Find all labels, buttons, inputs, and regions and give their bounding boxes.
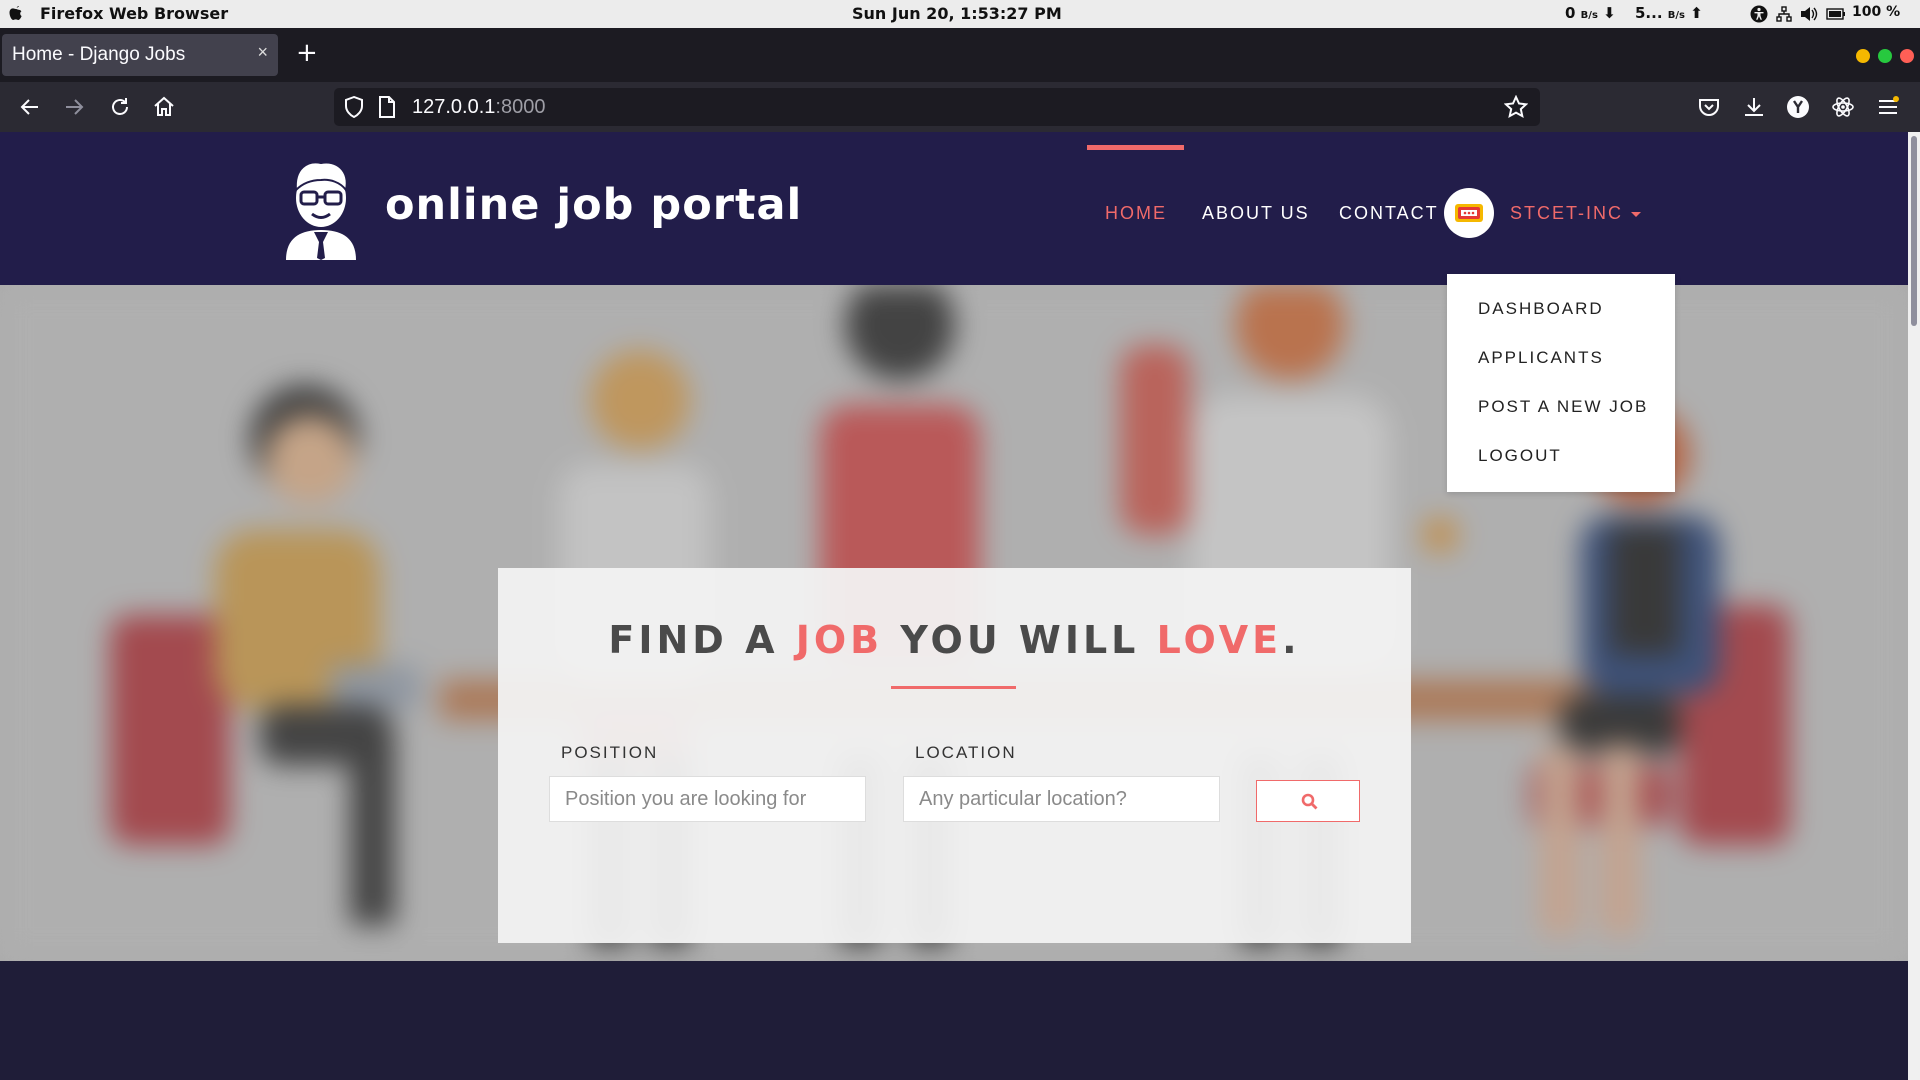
home-icon[interactable]: [152, 95, 176, 119]
user-menu-toggle[interactable]: STCET-INC: [1510, 203, 1642, 224]
dropdown-item-post-new-job[interactable]: POST A NEW JOB: [1478, 397, 1648, 417]
tab-title: Home - Django Jobs: [12, 44, 186, 65]
upload-rate: 5...: [1635, 4, 1663, 22]
clock[interactable]: Sun Jun 20, 1:53:27 PM: [852, 4, 1062, 23]
upload-unit: B/s: [1667, 10, 1686, 21]
scrollbar-thumb[interactable]: [1911, 136, 1917, 326]
maximize-button[interactable]: [1878, 49, 1892, 63]
download-rate: 0: [1565, 4, 1576, 22]
hamburger-menu-icon[interactable]: [1876, 95, 1900, 119]
headline-highlight-love: LOVE: [1156, 618, 1283, 662]
browser-tab-strip: Home - Django Jobs × +: [0, 28, 1920, 82]
nav-contact[interactable]: CONTACT: [1339, 203, 1439, 224]
download-unit: B/s: [1580, 10, 1598, 21]
new-tab-button[interactable]: +: [296, 40, 318, 66]
network-upload-indicator: 5... B/s ⬆: [1635, 4, 1703, 22]
site-header: online job portal HOME ABOUT US CONTACT …: [0, 132, 1908, 285]
headline-highlight-job: JOB: [795, 618, 884, 662]
company-logo-icon: [1455, 204, 1483, 222]
nav-home[interactable]: HOME: [1105, 203, 1167, 224]
site-logo-text[interactable]: online job portal: [385, 180, 802, 230]
location-label: LOCATION: [915, 743, 1017, 762]
location-input[interactable]: [903, 776, 1220, 822]
page-scrollbar[interactable]: [1908, 132, 1920, 1080]
url-host: 127.0.0.1: [412, 96, 496, 118]
logo-avatar-icon[interactable]: [278, 160, 364, 260]
close-window-button[interactable]: [1900, 49, 1914, 63]
bookmark-star-icon[interactable]: [1504, 95, 1528, 119]
headline-part-2: YOU WILL: [883, 618, 1157, 662]
browser-navigation-bar: 127.0.0.1:8000: [0, 82, 1920, 132]
battery-percentage: 100 %: [1852, 4, 1901, 20]
tab-home-django-jobs[interactable]: Home - Django Jobs ×: [2, 34, 278, 76]
user-menu-label: STCET-INC: [1510, 203, 1624, 223]
volume-icon[interactable]: [1800, 6, 1818, 22]
position-input[interactable]: [549, 776, 866, 822]
position-label: POSITION: [561, 743, 659, 762]
accessibility-icon[interactable]: [1750, 5, 1768, 23]
react-devtools-icon[interactable]: [1831, 95, 1855, 119]
battery-icon[interactable]: [1826, 7, 1846, 21]
tracking-protection-shield-icon[interactable]: [344, 96, 364, 118]
reload-icon[interactable]: [108, 95, 132, 119]
apple-icon[interactable]: [8, 3, 24, 23]
arrow-down-icon: ⬇: [1603, 4, 1616, 22]
dropdown-item-applicants[interactable]: APPLICANTS: [1478, 348, 1604, 368]
extension-y-icon[interactable]: [1786, 95, 1810, 119]
back-arrow-icon[interactable]: [18, 95, 42, 119]
active-nav-indicator: [1087, 145, 1184, 150]
active-app-name[interactable]: Firefox Web Browser: [40, 4, 228, 23]
dropdown-item-dashboard[interactable]: DASHBOARD: [1478, 299, 1604, 319]
caret-down-icon: [1631, 211, 1642, 217]
downloads-icon[interactable]: [1742, 95, 1766, 119]
arrow-up-icon: ⬆: [1690, 4, 1703, 22]
minimize-button[interactable]: [1856, 49, 1870, 63]
job-search-card: FIND A JOB YOU WILL LOVE. POSITION LOCAT…: [498, 568, 1411, 943]
pocket-icon[interactable]: [1697, 95, 1721, 119]
search-icon: [1301, 793, 1318, 810]
hero-headline: FIND A JOB YOU WILL LOVE.: [498, 618, 1411, 662]
os-menu-bar: Firefox Web Browser Sun Jun 20, 1:53:27 …: [0, 0, 1920, 28]
page-info-icon[interactable]: [378, 96, 396, 118]
page-viewport: online job portal HOME ABOUT US CONTACT …: [0, 132, 1908, 1080]
search-button[interactable]: [1256, 780, 1360, 822]
url-text[interactable]: 127.0.0.1:8000: [412, 96, 545, 119]
window-controls: [1856, 49, 1914, 63]
forward-arrow-icon[interactable]: [62, 95, 86, 119]
dropdown-item-logout[interactable]: LOGOUT: [1478, 446, 1562, 466]
network-download-indicator: 0 B/s ⬇: [1565, 4, 1616, 22]
headline-part-1: FIND A: [608, 618, 796, 662]
user-avatar[interactable]: [1444, 188, 1494, 238]
address-bar[interactable]: 127.0.0.1:8000: [334, 88, 1540, 126]
nav-about-us[interactable]: ABOUT US: [1202, 203, 1310, 224]
system-tray: [1750, 4, 1846, 24]
headline-underline: [891, 686, 1016, 689]
close-tab-icon[interactable]: ×: [257, 42, 268, 63]
user-dropdown-menu: DASHBOARD APPLICANTS POST A NEW JOB LOGO…: [1447, 274, 1675, 492]
page-footer-area: [0, 961, 1908, 1080]
network-icon[interactable]: [1776, 6, 1792, 22]
url-port: :8000: [495, 96, 546, 118]
headline-end: .: [1282, 618, 1301, 662]
